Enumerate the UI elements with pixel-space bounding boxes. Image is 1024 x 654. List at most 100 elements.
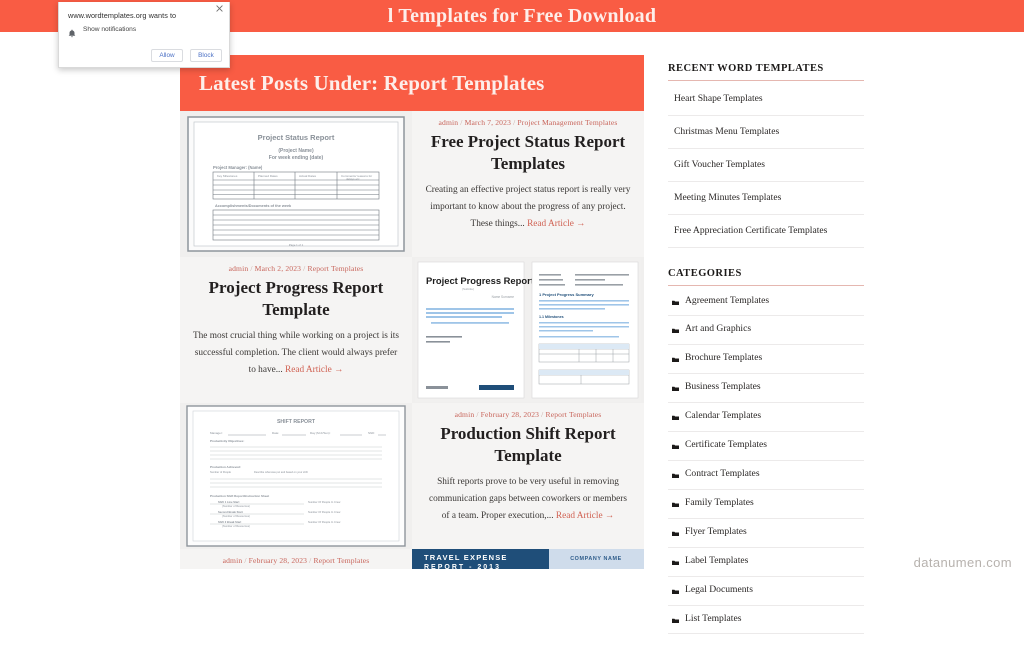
post-category[interactable]: Report Templates	[313, 556, 369, 565]
post-category[interactable]: Report Templates	[545, 410, 601, 419]
post-meta: admin / February 28, 2023 / Report Templ…	[223, 556, 370, 565]
list-item[interactable]: Contract Templates	[668, 461, 864, 490]
svg-text:Number of People: Number of People	[210, 470, 231, 474]
svg-text:(Number of Resources): (Number of Resources)	[222, 524, 250, 528]
svg-text:Page 1 of 1: Page 1 of 1	[289, 243, 304, 247]
bell-icon	[68, 25, 76, 34]
post-item[interactable]: Project Status Report (Project Name) For…	[180, 111, 644, 257]
widget-title-recent: RECENT WORD TEMPLATES	[668, 63, 864, 81]
recent-item-label: Meeting Minutes Templates	[674, 192, 781, 203]
widget-recent-word-templates: RECENT WORD TEMPLATES Heart Shape Templa…	[668, 63, 864, 248]
list-item[interactable]: Label Templates	[668, 548, 864, 577]
folder-icon	[672, 556, 679, 570]
svg-text:1 Project Progress Summary: 1 Project Progress Summary	[539, 292, 594, 297]
list-item[interactable]: Business Templates	[668, 374, 864, 403]
post-category[interactable]: Report Templates	[307, 264, 363, 273]
svg-text:Day (M-F/Sun):: Day (M-F/Sun):	[310, 431, 331, 435]
post-item[interactable]: TRAVEL EXPENSE REPORT - 2013 COMPANY NAM…	[180, 549, 644, 569]
svg-text:Project Status Report: Project Status Report	[258, 133, 335, 142]
svg-text:Second Break Start: Second Break Start	[218, 510, 243, 514]
category-item-label: Contract Templates	[685, 467, 760, 481]
recent-item-label: Heart Shape Templates	[674, 93, 763, 104]
post-item[interactable]: Project Progress Report (Subtitle) Name …	[180, 257, 644, 403]
post-excerpt: Shift reports prove to be very useful in…	[424, 474, 632, 526]
post-date: March 7, 2023	[465, 118, 511, 127]
svg-text:Production Achieved:: Production Achieved:	[210, 465, 241, 469]
allow-button[interactable]: Allow	[151, 49, 183, 62]
post-author[interactable]: admin	[455, 410, 475, 419]
folder-icon	[672, 585, 679, 599]
site-title: l Templates for Free Download	[388, 5, 656, 28]
post-author[interactable]: admin	[223, 556, 243, 565]
post-author[interactable]: admin	[229, 264, 249, 273]
widget-categories: CATEGORIES Agreement Templates Art and G…	[668, 268, 864, 635]
post-item[interactable]: SHIFT REPORT Manager: Date: Day (M-F/Sun):…	[180, 403, 644, 549]
svg-text:Manager:: Manager:	[210, 431, 223, 435]
svg-text:Key Milestones: Key Milestones	[217, 174, 238, 178]
list-item[interactable]: Certificate Templates	[668, 432, 864, 461]
close-icon[interactable]	[216, 5, 223, 12]
post-text-block: admin / March 2, 2023 / Report Templates…	[180, 257, 412, 403]
post-excerpt: The most crucial thing while working on …	[192, 328, 400, 380]
svg-text:TRAVEL EXPENSE: TRAVEL EXPENSE	[424, 553, 508, 562]
svg-text:Actual Dates: Actual Dates	[299, 174, 317, 178]
post-title[interactable]: Free Project Status Report Templates	[424, 131, 632, 175]
list-item[interactable]: Legal Documents	[668, 577, 864, 606]
list-item[interactable]: Brochure Templates	[668, 345, 864, 374]
post-thumbnail-travel-expense-report[interactable]: TRAVEL EXPENSE REPORT - 2013 COMPANY NAM…	[412, 549, 644, 569]
post-excerpt: Creating an effective project status rep…	[424, 182, 632, 234]
post-thumbnail-project-progress-report[interactable]: Project Progress Report (Subtitle) Name …	[412, 257, 644, 403]
post-author[interactable]: admin	[438, 118, 458, 127]
list-item[interactable]: Heart Shape Templates	[668, 83, 864, 116]
svg-text:COMPANY NAME: COMPANY NAME	[570, 556, 622, 562]
read-article-link[interactable]: Read Article →	[285, 365, 343, 375]
post-text-block: admin / February 28, 2023 / Report Templ…	[412, 403, 644, 549]
read-article-link[interactable]: Read Article →	[527, 219, 585, 229]
watermark: datanumen.com	[914, 555, 1012, 570]
notification-permission-dialog[interactable]: www.wordtemplates.org wants to Show noti…	[58, 2, 230, 68]
post-date: February 28, 2023	[249, 556, 307, 565]
post-thumbnail-project-status-report[interactable]: Project Status Report (Project Name) For…	[180, 111, 412, 257]
list-item[interactable]: Gift Voucher Templates	[668, 149, 864, 182]
post-category[interactable]: Project Management Templates	[517, 118, 617, 127]
svg-text:Production Shift Report/Instru: Production Shift Report/Instruction Shee…	[210, 494, 269, 498]
category-item-label: Calendar Templates	[685, 409, 761, 423]
read-article-link[interactable]: Read Article →	[556, 511, 614, 521]
svg-text:1.1 Milestones: 1.1 Milestones	[539, 315, 564, 319]
page-body: Latest Posts Under: Report Templates Pro…	[0, 32, 1024, 576]
block-button[interactable]: Block	[190, 49, 222, 62]
list-item[interactable]: Art and Graphics	[668, 316, 864, 345]
category-item-label: Art and Graphics	[685, 322, 751, 336]
svg-text:SHIFT REPORT: SHIFT REPORT	[277, 419, 316, 425]
archive-banner: Latest Posts Under: Report Templates	[180, 55, 644, 111]
recent-item-label: Gift Voucher Templates	[674, 159, 765, 170]
svg-text:(Number of Resources): (Number of Resources)	[222, 504, 250, 508]
list-item[interactable]: Family Templates	[668, 490, 864, 519]
svg-text:Accomplishments/Documents of t: Accomplishments/Documents of the week	[215, 204, 292, 208]
list-item[interactable]: Flyer Templates	[668, 519, 864, 548]
svg-text:Planned Dates: Planned Dates	[258, 174, 278, 178]
post-title[interactable]: Project Progress Report Template	[192, 277, 400, 321]
sidebar: RECENT WORD TEMPLATES Heart Shape Templa…	[668, 55, 864, 654]
list-item[interactable]: Agreement Templates	[668, 288, 864, 317]
list-item[interactable]: Free Appreciation Certificate Templates	[668, 215, 864, 248]
list-item[interactable]: Meeting Minutes Templates	[668, 182, 864, 215]
post-text-block: admin / March 7, 2023 / Project Manageme…	[412, 111, 644, 257]
svg-text:(Subtitle): (Subtitle)	[462, 287, 474, 291]
post-title[interactable]: Production Shift Report Template	[424, 423, 632, 467]
svg-text:REPORT - 2013: REPORT - 2013	[424, 564, 501, 569]
svg-text:(Project Name): (Project Name)	[278, 148, 314, 154]
category-item-label: List Templates	[685, 612, 741, 626]
folder-icon	[672, 353, 679, 367]
list-item[interactable]: Calendar Templates	[668, 403, 864, 432]
post-thumbnail-shift-report[interactable]: SHIFT REPORT Manager: Date: Day (M-F/Sun):…	[180, 403, 412, 549]
notification-permission-row: Show notifications	[68, 25, 136, 34]
main-column: Latest Posts Under: Report Templates Pro…	[180, 55, 644, 654]
svg-text:Date:: Date:	[272, 431, 279, 435]
list-item[interactable]: Christmas Menu Templates	[668, 116, 864, 149]
svg-text:For week ending (date): For week ending (date)	[269, 155, 324, 161]
post-meta: admin / March 7, 2023 / Project Manageme…	[438, 118, 617, 127]
archive-title: Latest Posts Under: Report Templates	[199, 71, 544, 96]
category-item-label: Flyer Templates	[685, 525, 747, 539]
list-item[interactable]: List Templates	[668, 606, 864, 635]
